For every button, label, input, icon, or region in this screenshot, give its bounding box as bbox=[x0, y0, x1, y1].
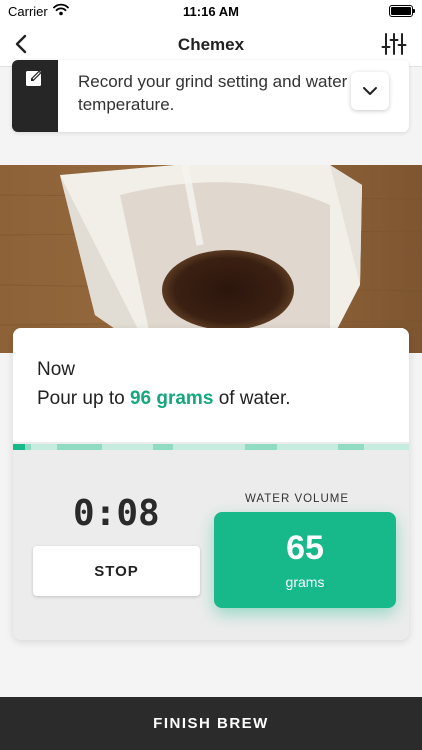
progress-segment bbox=[153, 444, 173, 450]
stop-button[interactable]: STOP bbox=[33, 546, 200, 596]
progress-segment bbox=[57, 444, 102, 450]
chevron-down-icon bbox=[363, 87, 377, 95]
step-label: Now bbox=[37, 359, 76, 380]
instruction-suffix: of water. bbox=[218, 388, 291, 409]
progress-segment bbox=[25, 444, 31, 450]
edit-icon bbox=[26, 70, 42, 86]
note-text: Record your grind setting and water temp… bbox=[78, 72, 348, 114]
water-volume-label: WATER VOLUME bbox=[245, 493, 350, 505]
water-volume-value: 65 bbox=[286, 529, 324, 567]
instruction-prefix: Pour up to bbox=[37, 388, 125, 409]
progress-segment bbox=[338, 444, 364, 450]
settings-button[interactable] bbox=[380, 30, 408, 58]
status-time: 11:16 AM bbox=[183, 4, 239, 19]
progress-segment bbox=[245, 444, 277, 450]
status-bar: Carrier 11:16 AM bbox=[0, 0, 422, 22]
brew-timer: 0:08 bbox=[73, 493, 160, 534]
page-title: Chemex bbox=[177, 35, 245, 54]
water-volume-display: 65 grams bbox=[214, 512, 396, 608]
expand-note-button[interactable] bbox=[351, 72, 389, 110]
water-volume-unit: grams bbox=[285, 574, 325, 590]
step-instructions: Now Pour up to 96 grams of water. bbox=[13, 328, 409, 442]
progress-fill bbox=[13, 444, 25, 450]
grind-note-card[interactable]: Record your grind setting and water temp… bbox=[12, 60, 409, 132]
step-progress-bar bbox=[13, 444, 409, 450]
finish-brew-button[interactable]: FINISH BREW bbox=[0, 697, 422, 750]
battery-icon bbox=[389, 5, 415, 17]
sliders-icon bbox=[381, 33, 407, 55]
brew-step-card: Now Pour up to 96 grams of water. 0:08 S… bbox=[13, 328, 409, 640]
step-instruction: Pour up to 96 grams of water. bbox=[37, 388, 291, 410]
instruction-amount: 96 grams bbox=[129, 388, 214, 409]
chemex-filter-photo bbox=[0, 165, 422, 353]
note-icon-strip bbox=[12, 60, 58, 132]
